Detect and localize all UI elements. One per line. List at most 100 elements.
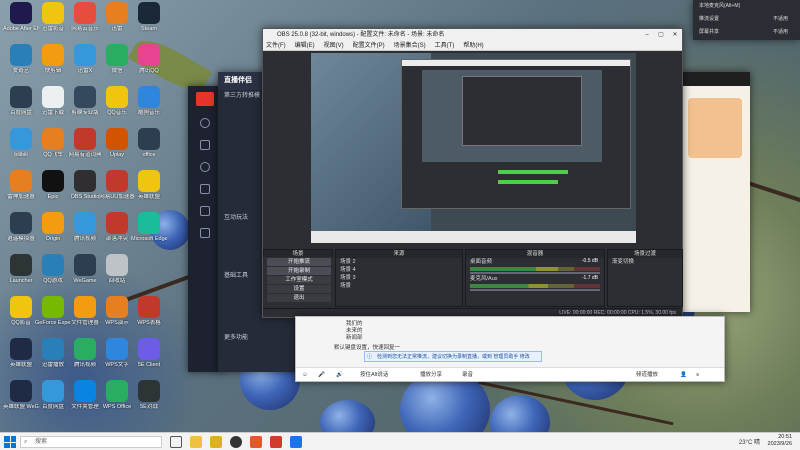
obs-control-button[interactable]: 设置 xyxy=(267,285,331,293)
volume-slider[interactable] xyxy=(470,289,600,291)
desktop-icon[interactable]: WPS演示 xyxy=(99,296,135,326)
task-view-icon[interactable] xyxy=(170,436,182,448)
taskbar-app-icon[interactable] xyxy=(270,436,282,448)
mic-icon[interactable]: 🎤 xyxy=(318,368,325,382)
desktop-icon[interactable]: Steam xyxy=(131,2,167,32)
desktop-icon[interactable]: 英雄联盟 xyxy=(3,338,39,368)
desktop-icon[interactable]: 英雄联盟 xyxy=(131,170,167,200)
push-to-talk-button[interactable]: 按住Alt说话 xyxy=(360,368,388,382)
weibo-icon[interactable] xyxy=(200,184,210,194)
game-icon[interactable] xyxy=(200,228,210,238)
desktop-icon[interactable]: 百度网盘 xyxy=(35,380,71,410)
panel-row[interactable]: 推流设置 不适用 xyxy=(693,13,800,26)
desktop-icon[interactable]: 雷神加速器 xyxy=(3,170,39,200)
desktop-icon[interactable]: Microsoft Edge xyxy=(131,212,167,242)
desktop-icon[interactable]: office xyxy=(131,128,167,158)
scene-item[interactable]: 场景 2 xyxy=(336,258,462,266)
scene-item[interactable]: 场景 4 xyxy=(336,266,462,274)
desktop-icon[interactable]: 文件管理器 xyxy=(67,296,103,326)
panel-row[interactable]: 屏幕共享 不适用 xyxy=(693,26,800,39)
obs-menu-item[interactable]: 场景集合(S) xyxy=(394,41,426,50)
file-explorer-icon[interactable] xyxy=(190,436,202,448)
panel-row[interactable]: 本地麦克风(Alt+M) xyxy=(693,0,800,13)
desktop-icon[interactable]: GeForce Experience xyxy=(35,296,71,326)
desktop-icon[interactable]: 剪映专业版 xyxy=(67,86,103,116)
obs-menu-item[interactable]: 帮助(H) xyxy=(463,41,483,50)
scene-item[interactable]: 场景 xyxy=(336,282,462,290)
desktop-icon[interactable]: 迅雷影音 xyxy=(35,2,71,32)
desktop-icon[interactable]: Adobe After Effects xyxy=(3,2,39,32)
scene-item[interactable]: 场景 3 xyxy=(336,274,462,282)
taskbar-app-icon[interactable] xyxy=(290,436,302,448)
desktop-icon[interactable]: 迅雷X xyxy=(67,44,103,74)
desktop-icon[interactable]: 英雄联盟 WeGame xyxy=(3,380,39,410)
desktop-icon[interactable]: 酷狗音乐 xyxy=(131,86,167,116)
taskbar-search[interactable]: ⌕ 搜索 xyxy=(20,436,162,448)
desktop-icon[interactable]: WPS Office xyxy=(99,380,135,410)
user-icon[interactable]: 👤 xyxy=(680,368,687,382)
desktop-icon[interactable]: Launcher xyxy=(3,254,39,284)
volume-slider[interactable] xyxy=(470,272,600,274)
desktop-icon[interactable]: 网易云音乐 xyxy=(67,2,103,32)
transition-select[interactable]: 渐变切换 xyxy=(608,258,682,266)
desktop-icon[interactable]: Origin xyxy=(35,212,71,242)
desktop-icon[interactable]: 部落冲突 xyxy=(99,212,135,242)
menu-icon[interactable]: ≡ xyxy=(696,368,699,382)
desktop-icon[interactable]: 逍遥模拟器 xyxy=(3,212,39,242)
obs-menu-item[interactable]: 视图(V) xyxy=(324,41,344,50)
desktop-icon[interactable]: QQ游戏 xyxy=(35,254,71,284)
desktop-icon[interactable]: Uplay xyxy=(99,128,135,158)
obs-menu-item[interactable]: 配置文件(P) xyxy=(353,41,385,50)
obs-control-button[interactable]: 开始录制 xyxy=(267,267,331,275)
obs-control-button[interactable]: 开始推流 xyxy=(267,258,331,266)
desktop-icon[interactable]: 迅雷下载 xyxy=(35,86,71,116)
obs-preview[interactable] xyxy=(311,53,636,243)
obs-control-button[interactable]: 退出 xyxy=(267,294,331,302)
desktop-icon[interactable]: QQ飞车 xyxy=(35,128,71,158)
home-icon[interactable] xyxy=(200,118,210,128)
minimize-icon[interactable]: – xyxy=(640,29,654,41)
stream-warning-notice[interactable]: ⓘ 检测到您无法正常推流，建议切换为录制直播，或到 管理员助手 修改 xyxy=(364,351,542,362)
desktop-icon[interactable]: 网易UU加速器 xyxy=(99,170,135,200)
desktop-icon[interactable]: 腾讯QQ xyxy=(131,44,167,74)
weather-widget[interactable]: 23°C 晴 xyxy=(739,437,760,446)
desktop-icon[interactable]: WPS表格 xyxy=(131,296,167,326)
obs-menu-item[interactable]: 文件(F) xyxy=(266,41,286,50)
desktop-icon[interactable]: 迅雷播放 xyxy=(35,338,71,368)
desktop-icon[interactable]: Epic xyxy=(35,170,71,200)
desktop-icon[interactable]: 腾讯视频 xyxy=(67,338,103,368)
desktop-icon[interactable]: 快剪辑 xyxy=(35,44,71,74)
channel-play-button[interactable]: 频道播放 xyxy=(636,368,658,382)
desktop-icon[interactable]: OBS Studio xyxy=(67,170,103,200)
desktop-icon[interactable]: 腾讯视频 xyxy=(67,212,103,242)
obs-taskbar-icon[interactable] xyxy=(230,436,242,448)
desktop-icon[interactable]: 微信 xyxy=(99,44,135,74)
desktop-icon[interactable]: 迅雷 xyxy=(99,2,135,32)
desktop-icon[interactable]: QQ影音 xyxy=(3,296,39,326)
obs-menu-item[interactable]: 编辑(E) xyxy=(295,41,315,50)
close-icon[interactable]: ✕ xyxy=(668,29,682,41)
record-button[interactable]: 录音 xyxy=(462,368,473,382)
desktop-icon[interactable]: 网易有道词典 xyxy=(67,128,103,158)
share-button[interactable]: 播放分享 xyxy=(420,368,442,382)
maximize-icon[interactable]: ▢ xyxy=(654,29,668,41)
desktop-icon[interactable]: 爱奇艺 xyxy=(3,44,39,74)
start-icon[interactable] xyxy=(4,436,16,448)
avatar[interactable]: ☺ xyxy=(302,368,308,382)
speaker-icon[interactable]: 🔊 xyxy=(336,368,343,382)
desktop-icon[interactable]: 回收站 xyxy=(99,254,135,284)
desktop-icon[interactable]: 5E Client xyxy=(131,338,167,368)
cloud-icon[interactable] xyxy=(200,140,210,150)
desktop-icon[interactable]: QQ音乐 xyxy=(99,86,135,116)
taskbar-app-icon[interactable] xyxy=(250,436,262,448)
desktop-icon[interactable]: 文件夹管理 xyxy=(67,380,103,410)
desktop-icon[interactable]: 百度网盘 xyxy=(3,86,39,116)
desktop-icon[interactable]: bilibili xyxy=(3,128,39,158)
obs-menu-item[interactable]: 工具(T) xyxy=(435,41,455,50)
chat-icon[interactable] xyxy=(200,206,210,216)
obs-control-button[interactable]: 工作室模式 xyxy=(267,276,331,284)
more-features-link[interactable]: 更多功能 xyxy=(218,332,298,344)
desktop-icon[interactable]: WeGame xyxy=(67,254,103,284)
user-icon[interactable] xyxy=(200,162,210,172)
taskbar-app-icon[interactable] xyxy=(210,436,222,448)
